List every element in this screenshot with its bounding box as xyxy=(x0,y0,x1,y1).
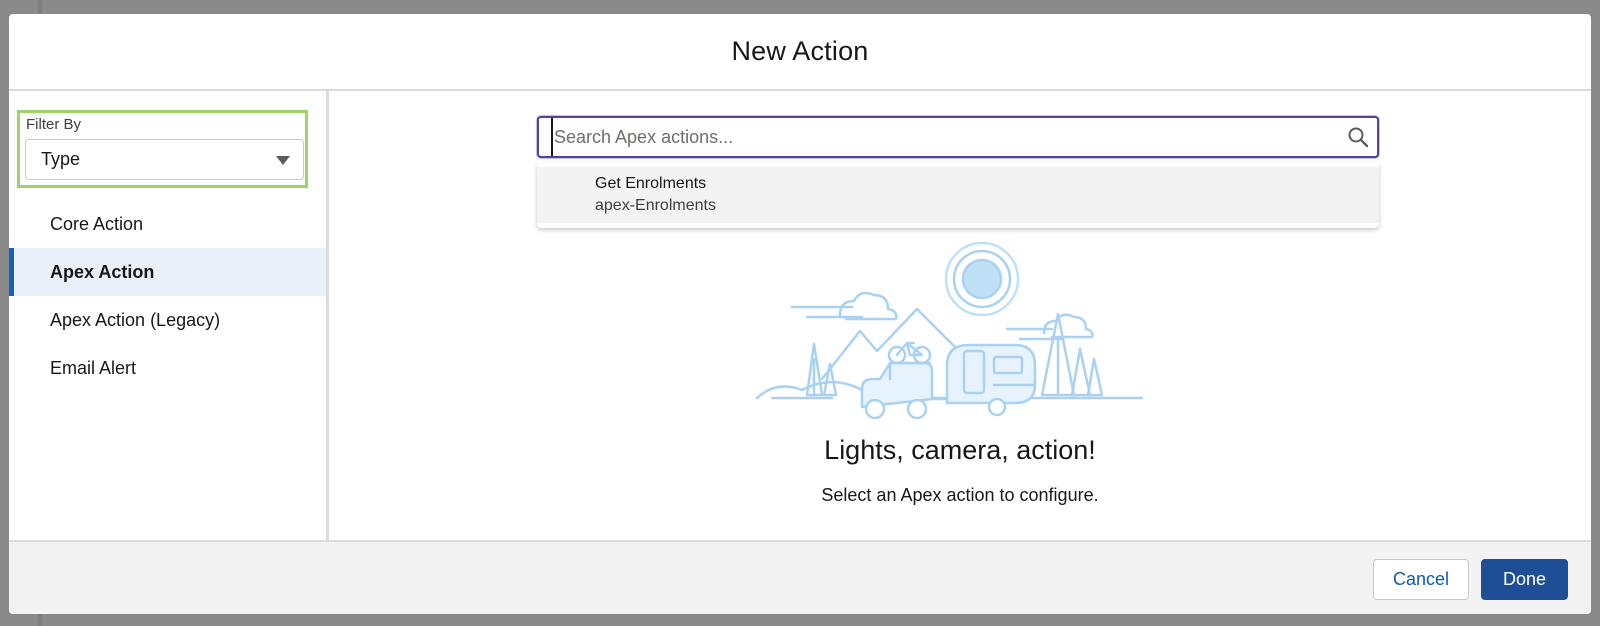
sidebar: Filter By Type Core Action Apex Action A… xyxy=(9,91,329,552)
search-box xyxy=(537,116,1379,158)
modal-footer: Cancel Done xyxy=(9,540,1591,614)
empty-state-title: Lights, camera, action! xyxy=(824,435,1096,465)
sidebar-item-label: Apex Action (Legacy) xyxy=(50,309,221,330)
sidebar-item-label: Email Alert xyxy=(50,357,137,378)
empty-state-subtitle: Select an Apex action to configure. xyxy=(821,485,1099,505)
filter-select-value: Type xyxy=(41,149,81,169)
search-results-dropdown: Get Enrolments apex-Enrolments xyxy=(537,162,1379,228)
filter-by-label: Filter By xyxy=(26,116,82,133)
cancel-button[interactable]: Cancel xyxy=(1373,559,1469,600)
modal-body: Filter By Type Core Action Apex Action A… xyxy=(9,91,1591,552)
modal-title: New Action xyxy=(731,36,869,66)
new-action-modal: New Action Filter By Type Core Action Ap… xyxy=(9,14,1591,614)
result-title: Get Enrolments xyxy=(595,175,707,192)
sidebar-item-email-alert[interactable]: Email Alert xyxy=(9,344,326,392)
chevron-down-icon xyxy=(276,156,290,165)
modal-header: New Action xyxy=(9,14,1591,91)
search-icon[interactable] xyxy=(1347,126,1369,148)
sidebar-item-apex-action[interactable]: Apex Action xyxy=(9,248,326,296)
search-input[interactable] xyxy=(551,118,1324,156)
done-button[interactable]: Done xyxy=(1481,559,1568,600)
filter-type-select[interactable]: Type xyxy=(25,139,304,180)
filter-by-group: Filter By Type xyxy=(17,110,308,188)
main-panel: Get Enrolments apex-Enrolments xyxy=(329,91,1591,552)
sidebar-item-label: Core Action xyxy=(50,213,144,234)
sidebar-item-apex-action-legacy[interactable]: Apex Action (Legacy) xyxy=(9,296,326,344)
sidebar-item-label: Apex Action xyxy=(50,261,155,282)
sidebar-item-core-action[interactable]: Core Action xyxy=(9,200,326,248)
camping-illustration xyxy=(755,241,1144,419)
action-type-list: Core Action Apex Action Apex Action (Leg… xyxy=(9,200,326,392)
result-subtitle: apex-Enrolments xyxy=(595,197,716,214)
search-result-item[interactable]: Get Enrolments apex-Enrolments xyxy=(537,167,1379,223)
